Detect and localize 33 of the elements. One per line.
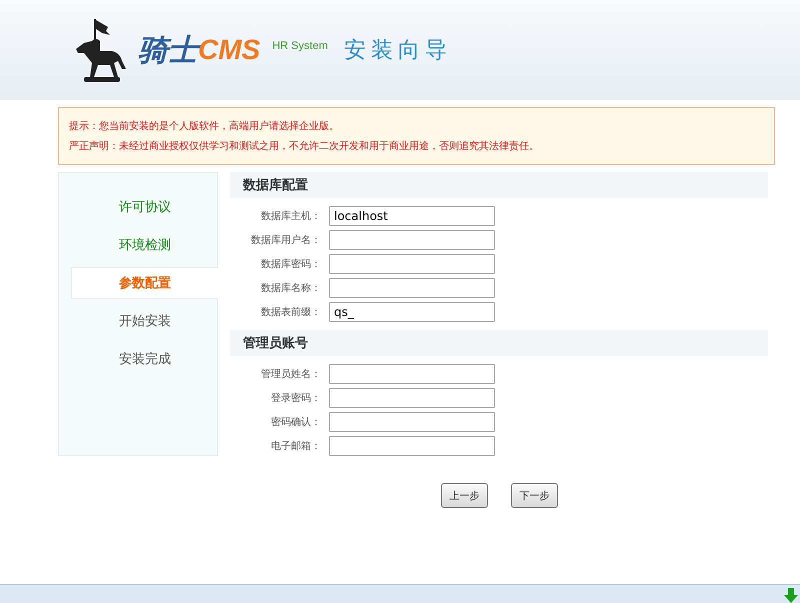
field-label: 管理员姓名： bbox=[260, 368, 321, 381]
notice-text: 提示：您当前安装的是个人版软件，高端用户请选择企业版。 bbox=[69, 120, 340, 133]
field-label: 数据库密码： bbox=[260, 258, 321, 271]
input-field[interactable] bbox=[329, 388, 495, 408]
input-field[interactable] bbox=[329, 254, 495, 274]
section-header: 管理员账号 bbox=[230, 330, 768, 356]
input-field[interactable] bbox=[329, 412, 495, 432]
brand-suffix: CMS bbox=[198, 34, 260, 66]
field-label: 数据表前缀： bbox=[260, 306, 321, 319]
field-label: 密码确认： bbox=[270, 416, 321, 429]
field-label: 登录密码： bbox=[270, 392, 321, 405]
step-item: 环境检测 bbox=[118, 237, 172, 255]
field-label: 数据库名称： bbox=[260, 282, 321, 295]
input-field[interactable]: localhost bbox=[329, 206, 495, 226]
input-field[interactable] bbox=[329, 278, 495, 298]
input-field[interactable]: qs_ bbox=[329, 302, 495, 322]
input-field[interactable] bbox=[329, 230, 495, 250]
next-button[interactable]: 下一步 bbox=[511, 483, 558, 508]
section-header: 数据库配置 bbox=[230, 172, 768, 198]
previous-button[interactable]: 上一步 bbox=[441, 483, 488, 508]
brand-subtitle: HR System bbox=[272, 40, 328, 52]
input-field[interactable] bbox=[329, 436, 495, 456]
step-item: 安装完成 bbox=[118, 351, 172, 369]
input-field[interactable] bbox=[329, 364, 495, 384]
field-label: 电子邮箱： bbox=[270, 440, 321, 453]
page-title: 安装向导 bbox=[344, 37, 452, 65]
step-item: 许可协议 bbox=[118, 199, 172, 217]
step-item: 开始安装 bbox=[118, 313, 172, 331]
down-arrow-icon bbox=[784, 588, 798, 603]
step-item: 参数配置 bbox=[71, 267, 218, 299]
field-label: 数据库用户名： bbox=[250, 234, 321, 247]
field-label: 数据库主机： bbox=[260, 210, 321, 223]
notice-text: 严正声明：未经过商业授权仅供学习和测试之用，不允许二次开发和用于商业用途，否则追究其法律责任。 bbox=[69, 140, 540, 153]
